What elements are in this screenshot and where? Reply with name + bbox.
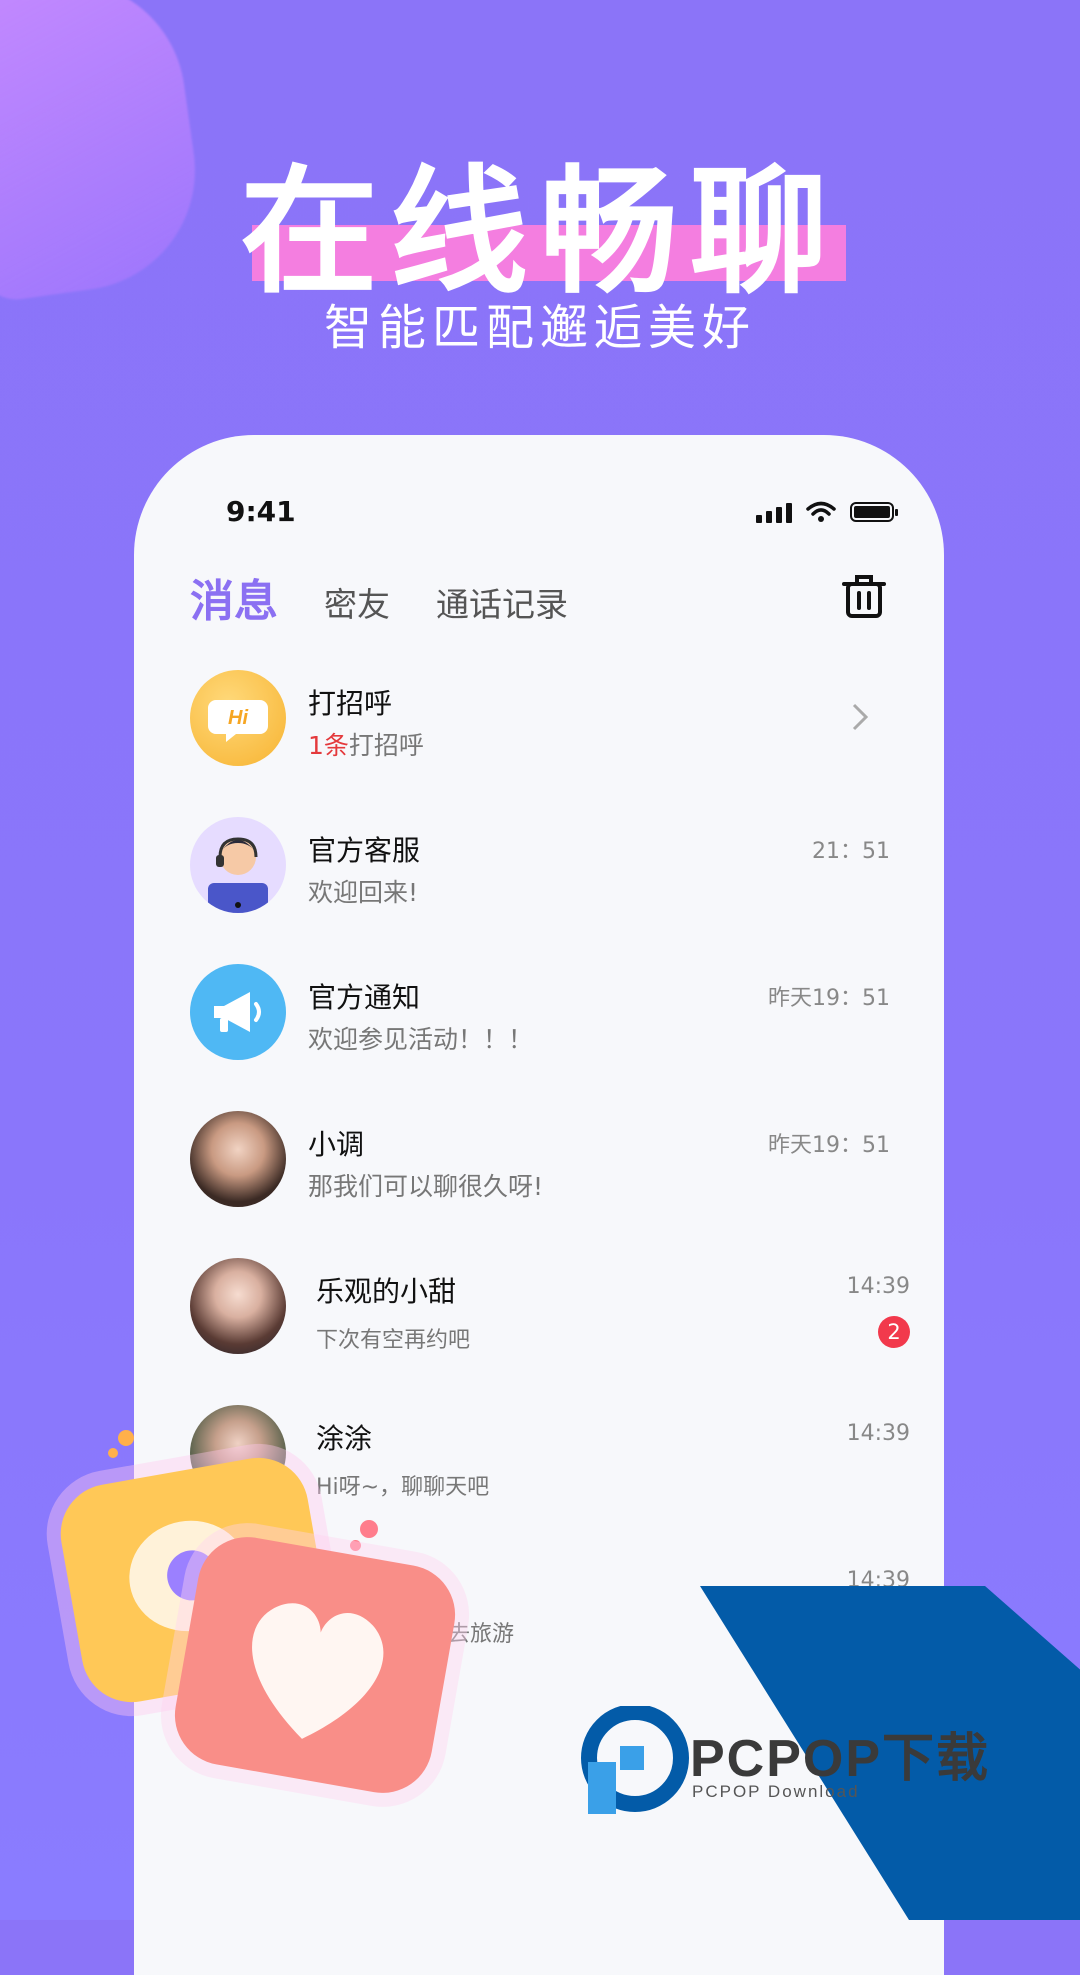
hi-bubble-icon: Hi xyxy=(208,700,268,742)
conversation-message: 1条打招呼 xyxy=(308,726,424,762)
pcpop-logo-icon xyxy=(581,1706,689,1814)
conversation-message: 那我们可以聊很久呀! xyxy=(308,1172,544,1201)
conversation-name: 官方通知 xyxy=(308,981,421,1014)
greeting-count: 1条 xyxy=(308,731,349,760)
conversation-time: 昨天19：51 xyxy=(768,986,890,1011)
conversation-message: 欢迎回来! xyxy=(308,878,419,907)
conversation-name: 小调 xyxy=(308,1128,365,1161)
chevron-right-icon xyxy=(852,703,869,731)
watermark-subtitle: PCPOP Download xyxy=(692,1782,860,1801)
tab-close-friends[interactable]: 密友 xyxy=(324,578,390,626)
status-bar: 9:41 xyxy=(134,495,944,535)
conversation-message: 下次有空再约吧 xyxy=(316,1328,471,1353)
subline: 智能匹配邂逅美好 xyxy=(323,300,756,356)
watermark-title: PCPOP下载 xyxy=(690,1730,991,1788)
unread-badge: 2 xyxy=(878,1316,910,1348)
wifi-icon xyxy=(806,501,836,522)
tab-bar: 消息 密友 通话记录 xyxy=(190,565,568,629)
greeting-avatar: Hi xyxy=(190,670,286,766)
conversation-time: 21：51 xyxy=(812,839,890,864)
signal-icon xyxy=(756,501,792,523)
conversation-customer-service[interactable]: 官方客服 欢迎回来! 21：51 xyxy=(190,817,890,964)
user-avatar xyxy=(190,1111,286,1207)
notice-avatar xyxy=(190,964,286,1060)
status-time: 9:41 xyxy=(226,495,296,528)
megaphone-icon xyxy=(214,992,261,1032)
conversation-time: 14:39 xyxy=(846,1421,910,1446)
watermark: PCPOP下载 PCPOP Download xyxy=(0,1586,1080,1920)
greeting-text: 打招呼 xyxy=(348,731,424,760)
user-avatar xyxy=(190,1258,286,1354)
agent-icon xyxy=(208,837,268,913)
tab-messages[interactable]: 消息 xyxy=(190,565,278,629)
trash-icon[interactable] xyxy=(842,573,886,619)
conversation-time: 14:39 xyxy=(846,1274,910,1299)
conversation-message: 欢迎参见活动！！！ xyxy=(308,1025,534,1054)
conversation-name: 乐观的小甜 xyxy=(316,1275,457,1308)
status-icons xyxy=(756,501,898,523)
hi-text: Hi xyxy=(228,707,248,729)
conversation-time: 昨天19：51 xyxy=(768,1133,890,1158)
promo-banner: 在线畅聊 智能匹配邂逅美好 xyxy=(0,120,1080,360)
conversation-xiaodiao[interactable]: 小调 那我们可以聊很久呀! 昨天19：51 xyxy=(190,1111,890,1258)
conversation-greeting[interactable]: Hi 打招呼 1条打招呼 xyxy=(190,670,890,817)
conversation-official-notice[interactable]: 官方通知 欢迎参见活动！！！ 昨天19：51 xyxy=(190,964,890,1111)
battery-icon xyxy=(850,502,898,522)
conversation-leguan[interactable]: 乐观的小甜 下次有空再约吧 14:39 2 xyxy=(190,1258,910,1405)
tab-call-log[interactable]: 通话记录 xyxy=(436,578,568,626)
customer-service-avatar xyxy=(190,817,286,913)
conversation-name: 打招呼 xyxy=(308,687,393,720)
conversation-name: 官方客服 xyxy=(308,834,421,867)
